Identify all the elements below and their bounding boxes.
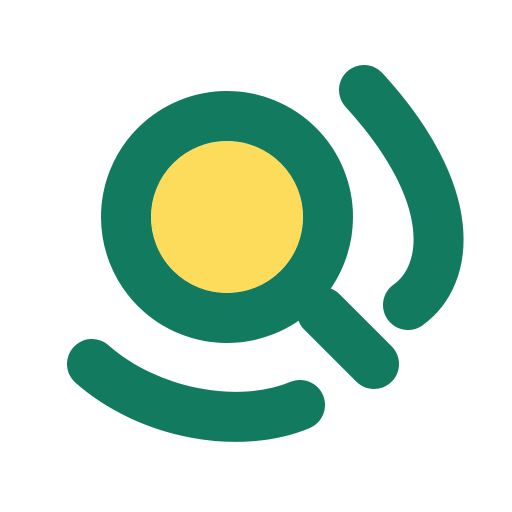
signal-arc-bottom	[67, 339, 325, 442]
signal-arc-top	[339, 65, 464, 330]
magnifier-lens	[151, 141, 303, 293]
logo-canvas	[0, 0, 512, 512]
magnifier-logo-icon	[67, 65, 464, 442]
magnifier-handle	[297, 287, 399, 389]
